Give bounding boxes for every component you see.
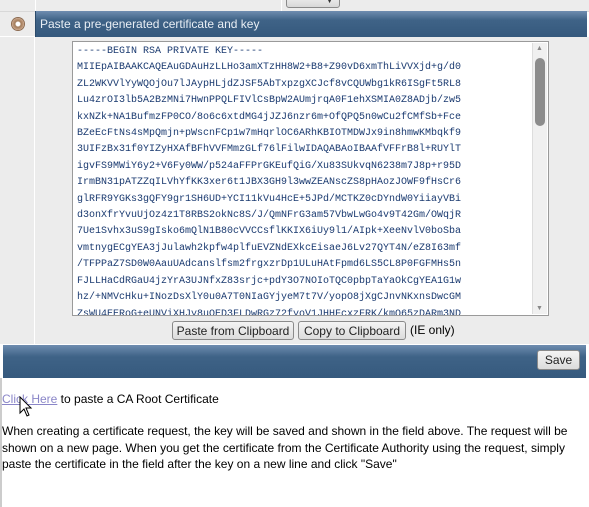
ie-only-note: (IE only) <box>410 323 455 337</box>
key-size-dropdown[interactable]: ▼ <box>286 0 340 8</box>
instructions-text: When creating a certificate request, the… <box>2 424 568 471</box>
paste-option-radio[interactable] <box>12 18 24 30</box>
ca-root-line: Click Here to paste a CA Root Certificat… <box>2 392 219 406</box>
mouse-cursor-icon <box>19 396 33 417</box>
textarea-scrollbar[interactable]: ▲ ▼ <box>532 43 547 314</box>
option-label: Paste a pre-generated certificate and ke… <box>40 17 260 31</box>
save-bar <box>3 345 586 378</box>
scroll-down-icon[interactable]: ▼ <box>536 305 543 312</box>
option-header: Paste a pre-generated certificate and ke… <box>35 11 587 37</box>
ca-root-text: to paste a CA Root Certificate <box>57 392 219 406</box>
key-text: -----BEGIN RSA PRIVATE KEY----- MIIEpAIB… <box>77 46 462 316</box>
scroll-thumb[interactable] <box>535 58 545 126</box>
key-textarea[interactable]: -----BEGIN RSA PRIVATE KEY----- MIIEpAIB… <box>72 41 549 316</box>
save-button[interactable]: Save <box>537 350 580 370</box>
paste-from-clipboard-button[interactable]: Paste from Clipboard <box>172 321 294 340</box>
chevron-down-icon: ▼ <box>326 0 333 5</box>
copy-to-clipboard-button[interactable]: Copy to Clipboard <box>298 321 406 340</box>
scroll-up-icon[interactable]: ▲ <box>536 45 543 52</box>
